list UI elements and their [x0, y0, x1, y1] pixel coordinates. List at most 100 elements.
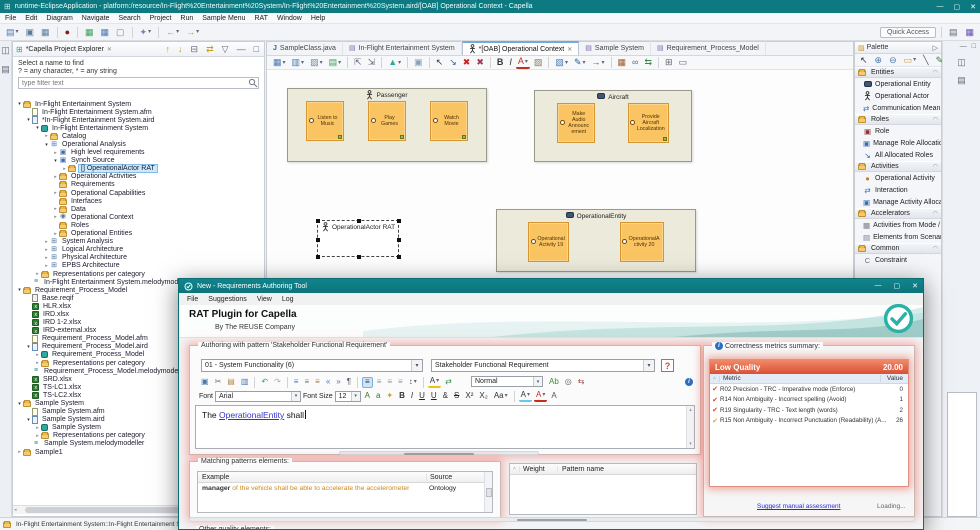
zoom-out-tool-icon[interactable]: ⊖	[887, 54, 899, 67]
select-tool-icon[interactable]: ↖	[858, 54, 870, 67]
diagram-container-passenger[interactable]: Passenger Listen to Music Play Games Watch …	[287, 88, 487, 162]
indent-decrease-icon[interactable]: «	[324, 377, 332, 388]
allocate-icon[interactable]: ↘	[447, 56, 459, 69]
expand-arrow-icon[interactable]: ▸	[43, 133, 50, 139]
operational-activity-box[interactable]: Play Games	[368, 101, 406, 141]
palette-collapse-icon[interactable]: ▷	[933, 44, 938, 52]
collapse-pin-icon[interactable]: ◠	[933, 163, 938, 170]
tree-item[interactable]: Requirements	[13, 181, 264, 189]
numbered-list-icon[interactable]: ≡	[302, 377, 311, 388]
palette-item-operational-entity[interactable]: Operational Entity	[855, 78, 941, 90]
selection-handle[interactable]	[316, 255, 320, 259]
expand-arrow-icon[interactable]: ▸	[34, 360, 41, 366]
maximize-button[interactable]: ▢	[894, 282, 901, 290]
arrow-style-icon[interactable]: → ▾	[590, 56, 607, 69]
find-icon[interactable]: ◎	[563, 377, 574, 388]
tree-item[interactable]: ▸ Operational Capabilities	[13, 189, 264, 197]
expand-arrow-icon[interactable]: ▸	[52, 190, 59, 196]
tree-item[interactable]: ▾ *In-Flight Entertainment System.aird	[13, 116, 264, 125]
expand-arrow-icon[interactable]: ▾	[16, 287, 23, 293]
operational-actor-node[interactable]: OperationalActor RAT	[316, 219, 401, 259]
expand-arrow-icon[interactable]: ▾	[25, 344, 32, 350]
palette-item-activities-from-mode-state[interactable]: ▦Activities from Mode / State	[855, 219, 941, 231]
column-weight[interactable]: Weight	[520, 465, 558, 473]
column-metric[interactable]: Metric	[720, 375, 741, 382]
editor-tab[interactable]: J SampleClass.java	[267, 41, 343, 55]
filters-icon[interactable]: ▨ ▾	[308, 56, 325, 69]
collapse-all-icon[interactable]: ⊟	[189, 43, 201, 56]
font-size-select[interactable]: 12 ▾	[334, 390, 361, 402]
new-wizard-icon[interactable]: ▤ ▾	[4, 26, 21, 39]
back-icon[interactable]: ← ▾	[164, 26, 181, 39]
sort-icon[interactable]: ˄	[510, 466, 520, 472]
close-tab-icon[interactable]: ✕	[567, 46, 572, 53]
expand-arrow-icon[interactable]: ▸	[34, 425, 41, 431]
menu-file[interactable]: File	[5, 15, 16, 22]
outline-view-icon[interactable]: ▤	[955, 74, 968, 87]
swap-icon[interactable]: ⇆	[576, 377, 587, 388]
copy-format-icon[interactable]: ▣	[412, 56, 425, 69]
pattern-type-select[interactable]: Stakeholder Functional Requirement ▾	[431, 359, 655, 372]
expand-arrow-icon[interactable]: ▸	[52, 206, 59, 212]
up-icon[interactable]: ↑	[164, 43, 173, 56]
bottom-splitter[interactable]	[189, 517, 915, 522]
collapse-pin-icon[interactable]: ◠	[933, 210, 938, 217]
close-view-icon[interactable]: ✕	[107, 46, 112, 53]
tree-item[interactable]: ▸ System Analysis	[13, 238, 264, 246]
matching-table-scrollbar[interactable]	[484, 472, 492, 512]
tree-item[interactable]: ▸ Operational Context	[13, 213, 264, 221]
menu-sample-menu[interactable]: Sample Menu	[202, 15, 245, 22]
editor-tab[interactable]: ▤ Sample System	[579, 41, 651, 55]
subscript-icon[interactable]: X₂	[477, 391, 489, 402]
palette-item-all-allocated-roles[interactable]: ↘ All Allocated Roles	[855, 149, 941, 161]
tree-item[interactable]: ▾ In-Flight Entertainment System	[13, 100, 264, 108]
dialog-menu-log[interactable]: Log	[282, 296, 294, 303]
menu-project[interactable]: Project	[150, 15, 172, 22]
menu-help[interactable]: Help	[311, 15, 325, 22]
menu-run[interactable]: Run	[180, 15, 193, 22]
actor-add-icon[interactable]: ▲ ▾	[386, 56, 403, 69]
column-value[interactable]: Value	[880, 375, 908, 382]
expand-arrow-icon[interactable]: ▾	[25, 117, 32, 123]
expand-arrow-icon[interactable]: ▾	[34, 125, 41, 131]
capella-clean-icon[interactable]: ▦	[99, 26, 112, 39]
expand-arrow-icon[interactable]: ▸	[34, 352, 41, 358]
metric-row[interactable]: ✔ R14 Non Ambiguity - Incorrect spelling …	[710, 395, 908, 406]
grow-font-icon[interactable]: A	[363, 391, 372, 402]
italic-icon[interactable]: I	[507, 56, 514, 69]
strikethrough-icon[interactable]: S	[452, 391, 461, 402]
align-left-icon[interactable]: ≡	[362, 376, 373, 388]
select-arrow-icon[interactable]: ↖	[434, 56, 446, 69]
chevron-down-icon[interactable]: ▾	[643, 360, 654, 371]
matching-table-row[interactable]: manager of the vehicle shall be able to …	[198, 483, 492, 494]
export-icon[interactable]: ⇱	[352, 56, 364, 69]
expand-arrow-icon[interactable]: ▾	[25, 417, 32, 423]
font-family-select[interactable]: Arial ▾	[215, 390, 302, 402]
down-icon[interactable]: ↓	[176, 43, 185, 56]
expand-arrow-icon[interactable]: ▸	[34, 271, 41, 277]
copy-icon[interactable]: ▣	[199, 377, 211, 388]
filter-input[interactable]	[19, 79, 248, 87]
pilcrow-icon[interactable]: ¶	[345, 377, 353, 388]
selection-handle[interactable]	[397, 219, 401, 223]
palette-item-manage-activity-allocation[interactable]: ▣Manage Activity Allocation	[855, 196, 941, 208]
paste-icon[interactable]: ▤	[225, 377, 237, 388]
expand-arrow-icon[interactable]: ▸	[34, 433, 41, 439]
chevron-down-icon[interactable]: ▾	[350, 391, 360, 401]
open-perspective-icon[interactable]: ▤	[947, 26, 960, 39]
expand-arrow-icon[interactable]: ▸	[43, 255, 50, 261]
bullet-list-icon[interactable]: ≡	[292, 377, 301, 388]
operational-activity-box[interactable]: Make Audio Announc ement	[557, 103, 596, 143]
expand-arrow-icon[interactable]: ▸	[43, 247, 50, 253]
palette-item-role[interactable]: ▣ Role	[855, 125, 941, 137]
palette-item-elements-from-scenario[interactable]: ▤ Elements from Scenario	[855, 231, 941, 243]
paragraph-style-select[interactable]: Normal ▾	[471, 376, 543, 387]
tree-item[interactable]: ▸ High level requirements	[13, 149, 264, 157]
chevron-down-icon[interactable]: ▾	[411, 360, 422, 371]
quick-access-button[interactable]: Quick Access	[879, 26, 936, 38]
minimize-icon[interactable]: —	[960, 43, 967, 50]
palette-item-manage-role-allocation[interactable]: ▣ Manage Role Allocation	[855, 137, 941, 149]
expand-arrow-icon[interactable]: ▸	[52, 231, 59, 237]
indent-increase-icon[interactable]: »	[334, 377, 342, 388]
tree-item[interactable]: ▸ Catalog	[13, 132, 264, 140]
